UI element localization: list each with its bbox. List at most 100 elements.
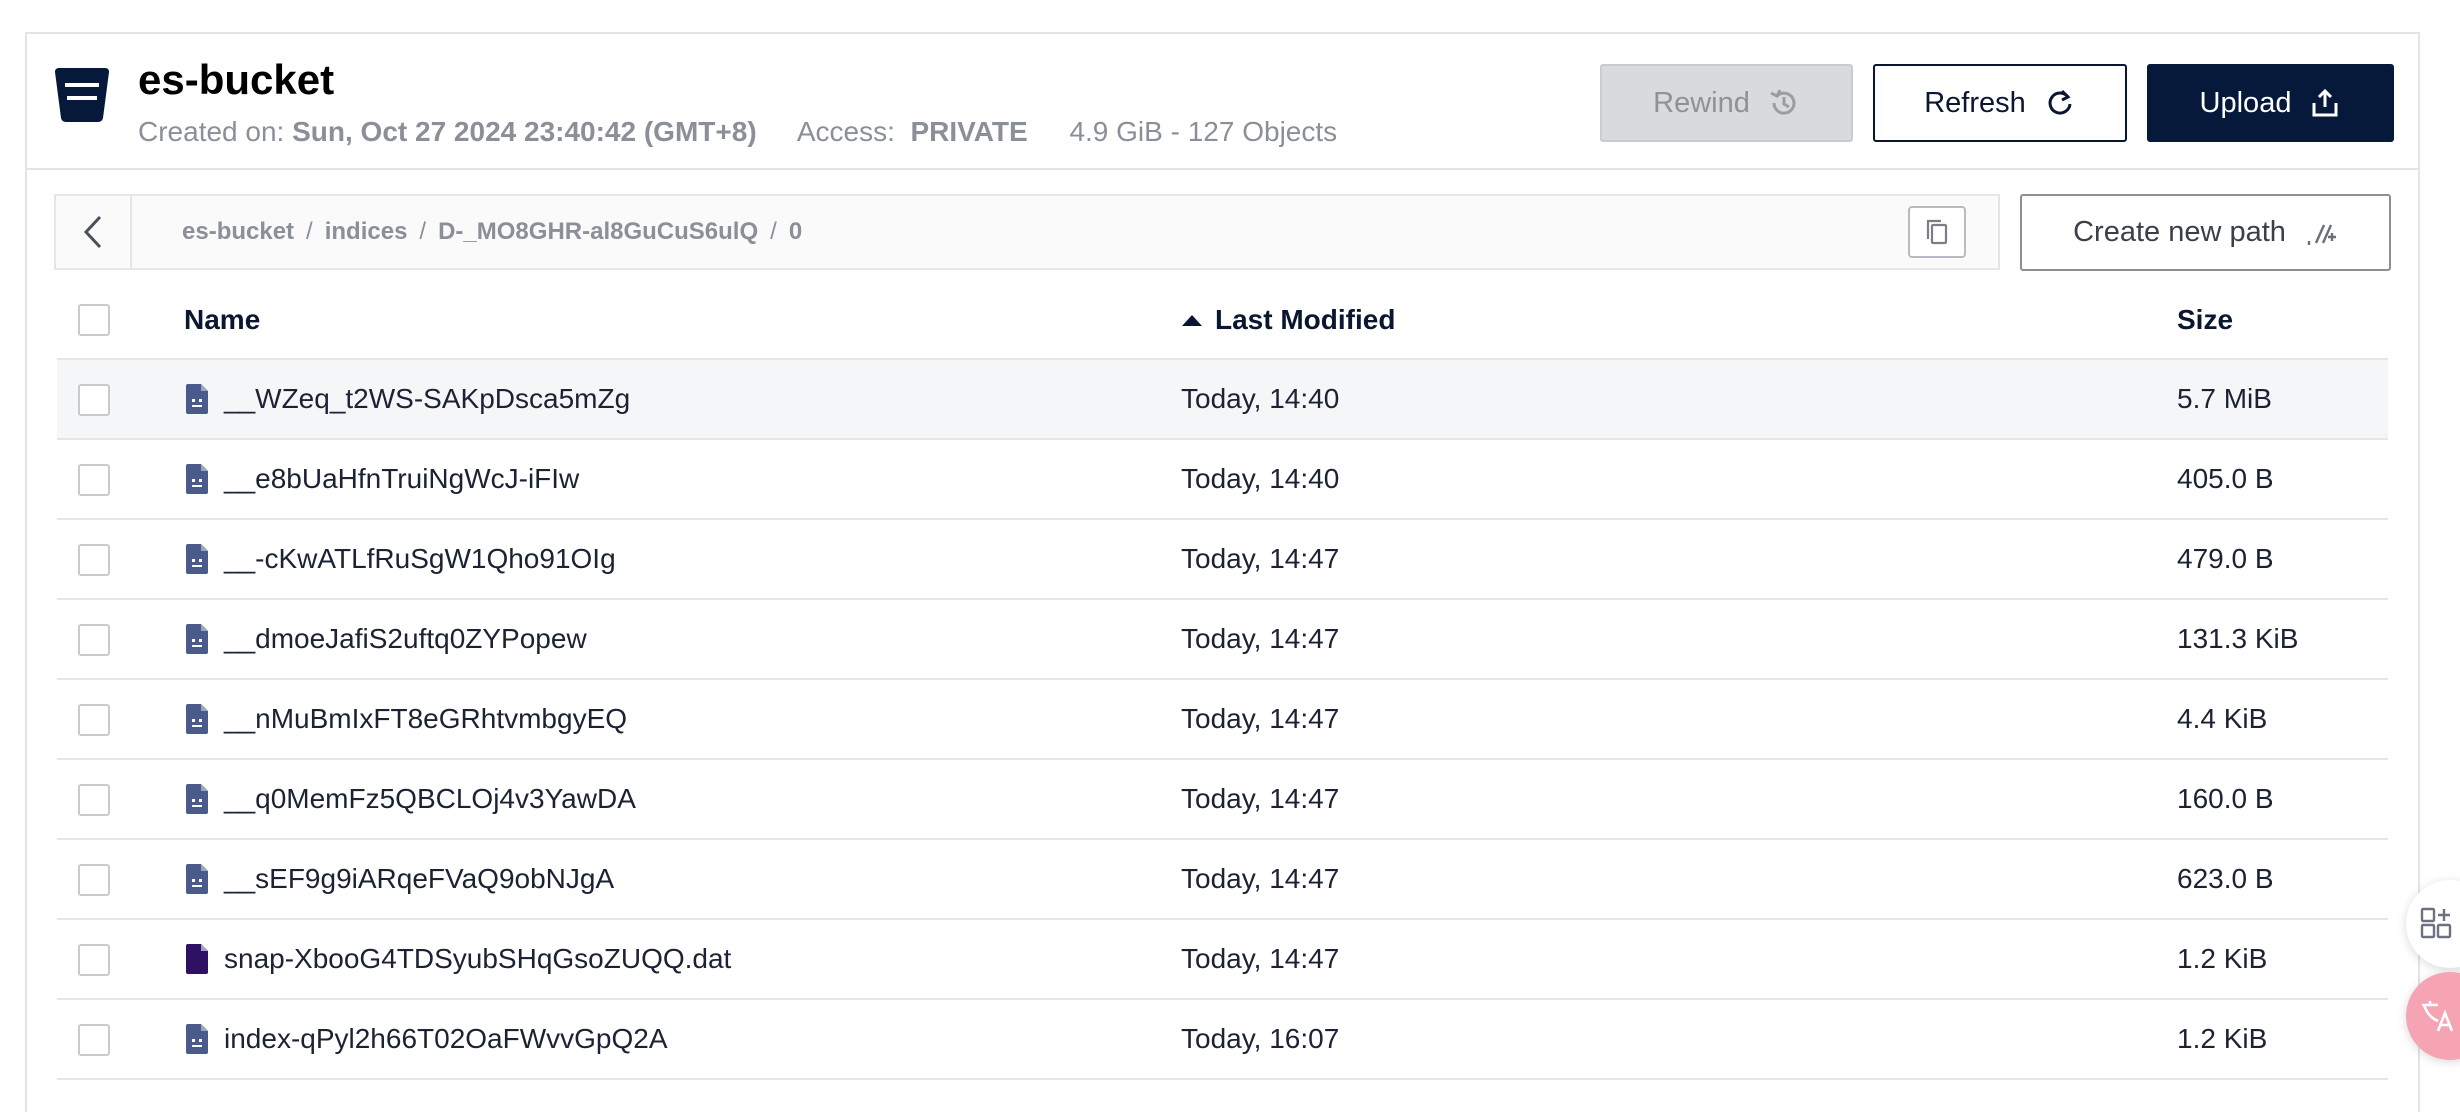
refresh-label: Refresh [1924, 86, 2026, 119]
row-checkbox[interactable] [78, 864, 110, 896]
size-cell: 479.0 B [2177, 543, 2274, 574]
file-name-cell: __dmoeJafiS2uftq0ZYPopew [184, 600, 587, 678]
row-checkbox[interactable] [78, 624, 110, 656]
file-name-cell: __sEF9g9iARqeFVaQ9obNJgA [184, 840, 614, 918]
size-cell: 5.7 MiB [2177, 383, 2272, 414]
file-name: __WZeq_t2WS-SAKpDsca5mZg [224, 383, 631, 414]
row-checkbox[interactable] [78, 944, 110, 976]
upload-icon [2312, 88, 2338, 117]
table-row[interactable]: __nMuBmIxFT8eGRhtvmbgyEQ Today, 14:47 4.4 … [57, 680, 2388, 760]
translate-icon [2422, 1001, 2454, 1032]
file-name: __q0MemFz5QBCLOj4v3YawDA [224, 783, 636, 814]
table-row[interactable]: __WZeq_t2WS-SAKpDsca5mZg Today, 14:40 5.7 … [57, 360, 2388, 440]
upload-button[interactable]: Upload [2147, 64, 2394, 142]
table-row[interactable]: __q0MemFz5QBCLOj4v3YawDA Today, 14:47 160.… [57, 760, 2388, 840]
rewind-button[interactable]: Rewind [1600, 64, 1853, 142]
size-cell: 131.3 KiB [2177, 623, 2299, 654]
file-name: __sEF9g9iARqeFVaQ9obNJgA [224, 863, 615, 894]
row-checkbox[interactable] [78, 464, 110, 496]
size-cell: 623.0 B [2177, 863, 2274, 894]
row-checkbox[interactable] [78, 384, 110, 416]
file-name: snap-XbooG4TDSyubSHqGsoZUQQ.dat [224, 943, 732, 974]
copy-path-button[interactable] [1908, 206, 1966, 258]
size-cell: 160.0 B [2177, 783, 2274, 814]
file-icon [186, 784, 208, 814]
table-row[interactable]: snap-XbooG4TDSyubSHqGsoZUQQ.dat Today, 14… [57, 920, 2388, 1000]
size-cell: 4.4 KiB [2177, 703, 2268, 734]
table-row[interactable]: index-qPyl2h66T02OaFWvvGpQ2A Today, 16:07… [57, 1000, 2388, 1080]
file-icon [186, 864, 208, 894]
file-icon [186, 624, 208, 654]
apps-grid-icon [2420, 907, 2452, 939]
last-modified-cell: Today, 14:47 [1181, 703, 1340, 734]
access-value: PRIVATE [910, 116, 1028, 147]
created-label: Created on: [138, 116, 285, 147]
size-cell: 1.2 KiB [2177, 943, 2268, 974]
row-checkbox[interactable] [78, 1024, 110, 1056]
file-name-cell: __-cKwATLfRuSgW1Qho91OIg [184, 520, 616, 598]
breadcrumb: es-bucket / indices / D-_MO8GHR-al8GuCuS… [54, 194, 2000, 270]
breadcrumb-item[interactable]: indices [325, 218, 408, 246]
file-name: __dmoeJafiS2uftq0ZYPopew [224, 623, 587, 654]
last-modified-cell: Today, 16:07 [1181, 1023, 1340, 1054]
table-row[interactable]: __-cKwATLfRuSgW1Qho91OIg Today, 14:47 479.… [57, 520, 2388, 600]
column-header-label: Last Modified [1215, 304, 1396, 335]
file-name-cell: __e8bUaHfnTruiNgWcJ-iFIw [184, 440, 579, 518]
bucket-name: es-bucket [138, 56, 335, 103]
last-modified-cell: Today, 14:40 [1181, 383, 1340, 414]
dat-file-icon [186, 944, 208, 974]
column-header-size[interactable]: Size [2177, 280, 2233, 360]
table-body: __WZeq_t2WS-SAKpDsca5mZg Today, 14:40 5.7 … [57, 360, 2388, 1080]
bucket-meta: Created on: Sun, Oct 27 2024 23:40:42 (G… [138, 116, 1337, 148]
last-modified-cell: Today, 14:47 [1181, 943, 1340, 974]
file-icon [186, 544, 208, 574]
file-icon [186, 1024, 208, 1054]
file-name-cell: snap-XbooG4TDSyubSHqGsoZUQQ.dat [184, 920, 731, 998]
breadcrumb-separator: / [770, 218, 777, 245]
table-row[interactable]: __e8bUaHfnTruiNgWcJ-iFIw Today, 14:40 405.… [57, 440, 2388, 520]
file-name-cell: __WZeq_t2WS-SAKpDsca5mZg [184, 360, 630, 438]
breadcrumb-item[interactable]: 0 [789, 218, 802, 246]
rewind-label: Rewind [1653, 86, 1750, 119]
file-icon [186, 464, 208, 494]
column-header-last-modified[interactable]: Last Modified [1181, 280, 1395, 360]
last-modified-cell: Today, 14:47 [1181, 543, 1340, 574]
row-checkbox[interactable] [78, 544, 110, 576]
last-modified-cell: Today, 14:47 [1181, 623, 1340, 654]
create-new-path-label: Create new path [2073, 216, 2286, 248]
file-name-cell: __q0MemFz5QBCLOj4v3YawDA [184, 760, 636, 838]
file-name-cell: __nMuBmIxFT8eGRhtvmbgyEQ [184, 680, 627, 758]
back-button[interactable] [56, 196, 132, 268]
created-value: Sun, Oct 27 2024 23:40:42 (GMT+8) [292, 116, 757, 147]
breadcrumb-separator: / [419, 218, 427, 245]
breadcrumb-item[interactable]: es-bucket [182, 218, 294, 246]
bucket-header: es-bucket Created on: Sun, Oct 27 2024 2… [25, 32, 2420, 168]
object-browser-page: es-bucket Created on: Sun, Oct 27 2024 2… [0, 0, 2460, 1112]
file-name-cell: index-qPyl2h66T02OaFWvvGpQ2A [184, 1000, 668, 1078]
upload-label: Upload [2199, 86, 2292, 119]
select-all-checkbox[interactable] [78, 304, 110, 336]
new-path-icon [2307, 224, 2336, 245]
column-header-name[interactable]: Name [184, 280, 260, 360]
chevron-left-icon [83, 215, 102, 249]
access-label: Access: [796, 116, 895, 147]
row-checkbox[interactable] [78, 704, 110, 736]
objects-table: Name Last Modified Size __WZeq_t2WS-SAKp… [57, 280, 2388, 1080]
last-modified-cell: Today, 14:47 [1181, 863, 1340, 894]
create-new-path-button[interactable]: Create new path [2020, 194, 2391, 271]
breadcrumb-separator: / [306, 218, 313, 245]
last-modified-cell: Today, 14:47 [1181, 783, 1340, 814]
file-name: index-qPyl2h66T02OaFWvvGpQ2A [224, 1023, 668, 1054]
row-checkbox[interactable] [78, 784, 110, 816]
copy-icon [1926, 219, 1948, 245]
bucket-icon [55, 68, 109, 122]
bucket-usage: 4.9 GiB - 127 Objects [1069, 116, 1338, 147]
refresh-button[interactable]: Refresh [1873, 64, 2127, 142]
history-icon [1770, 89, 1796, 115]
file-icon [186, 384, 208, 414]
breadcrumb-item[interactable]: D-_MO8GHR-al8GuCuS6ulQ [438, 218, 758, 246]
refresh-icon [2048, 89, 2072, 115]
table-row[interactable]: __dmoeJafiS2uftq0ZYPopew Today, 14:47 131.… [57, 600, 2388, 680]
sort-ascending-icon [1182, 315, 1202, 326]
table-row[interactable]: __sEF9g9iARqeFVaQ9obNJgA Today, 14:47 623.… [57, 840, 2388, 920]
